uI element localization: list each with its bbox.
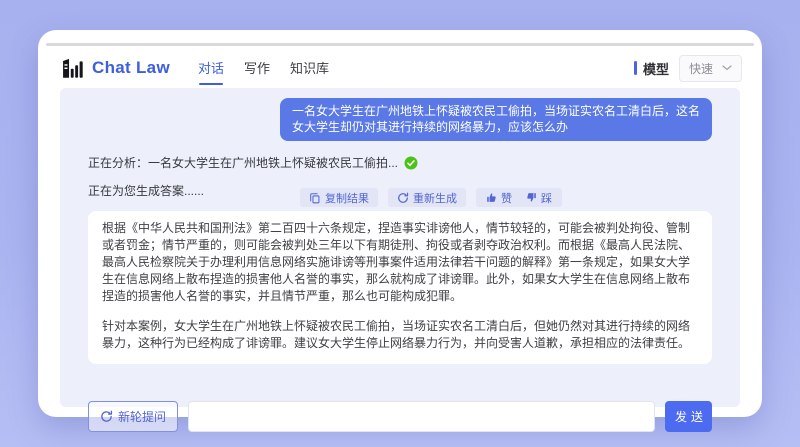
answer-paragraph-2: 针对本案例，女大学生在广州地铁上怀疑被农民工偷拍，当场证实农名工清白后，但她仍然… [102, 319, 691, 350]
brand: Chat Law [60, 56, 170, 81]
header: Chat Law 对话 写作 知识库 模型 快速 [60, 52, 742, 85]
dislike-label: 踩 [541, 192, 552, 205]
answer-actions: 复制结果 重新生成 赞 踩 [300, 188, 562, 207]
analyzing-status-row: 正在分析：一名女大学生在广州地铁上怀疑被农民工偷拍... [88, 154, 712, 171]
message-input[interactable] [188, 401, 655, 432]
composer-row: 新轮提问 发送 [88, 401, 712, 432]
send-button[interactable]: 发送 [665, 401, 712, 432]
new-round-label: 新轮提问 [118, 410, 167, 424]
user-message-bubble: 一名女大学生在广州地铁上怀疑被农民工偷拍，当场证实农名工清白后，这名女大学生却仍… [280, 98, 712, 141]
like-button[interactable]: 赞 [486, 190, 512, 206]
refresh-icon [397, 192, 409, 204]
new-round-button[interactable]: 新轮提问 [88, 401, 179, 432]
user-message-row: 一名女大学生在广州地铁上怀疑被农民工偷拍，当场证实农名工清白后，这名女大学生却仍… [88, 98, 712, 141]
thumbs-down-icon [526, 192, 537, 203]
copy-icon [309, 192, 321, 204]
chat-law-logo-icon [60, 56, 85, 81]
new-round-refresh-icon [100, 410, 113, 423]
generating-status-text: 正在为您生成答案...... [88, 184, 205, 198]
chevron-down-icon [722, 65, 732, 71]
check-success-icon [404, 156, 418, 170]
answer-paragraph-1: 根据《中华人民共和国刑法》第二百四十六条规定，捏造事实诽谤他人，情节较轻的，可能… [102, 221, 691, 303]
model-select-value: 快速 [688, 61, 713, 76]
model-accent-bar [633, 61, 637, 75]
model-label: 模型 [642, 61, 669, 77]
vote-buttons: 赞 踩 [476, 188, 562, 207]
copy-result-button[interactable]: 复制结果 [300, 188, 378, 207]
dislike-button[interactable]: 踩 [526, 190, 552, 206]
tab-knowledge-base[interactable]: 知识库 [290, 58, 329, 79]
model-group: 模型 快速 [633, 54, 742, 82]
tab-conversation[interactable]: 对话 [198, 58, 224, 85]
copy-result-label: 复制结果 [325, 192, 369, 205]
answer-card: 根据《中华人民共和国刑法》第二百四十六条规定，捏造事实诽谤他人，情节较轻的，可能… [88, 211, 712, 364]
generating-status-row: 正在为您生成答案...... 复制结果 重新生成 赞 踩 [88, 182, 712, 207]
analyzing-status-text: 正在分析：一名女大学生在广州地铁上怀疑被农民工偷拍... [88, 156, 399, 170]
tab-writing[interactable]: 写作 [244, 58, 270, 79]
regenerate-button[interactable]: 重新生成 [388, 188, 466, 207]
chat-panel: 一名女大学生在广州地铁上怀疑被农民工偷拍，当场证实农名工清白后，这名女大学生却仍… [60, 88, 740, 432]
like-label: 赞 [501, 192, 512, 205]
brand-name: Chat Law [92, 58, 170, 77]
model-select-dropdown[interactable]: 快速 [678, 54, 742, 82]
app-window: Chat Law 对话 写作 知识库 模型 快速 一名女大学生在广州地铁上怀疑被… [38, 30, 762, 432]
nav-tabs: 对话 写作 知识库 [198, 58, 329, 85]
thumbs-up-icon [486, 192, 497, 203]
regenerate-label: 重新生成 [413, 192, 457, 205]
card-top-divider [46, 43, 754, 46]
